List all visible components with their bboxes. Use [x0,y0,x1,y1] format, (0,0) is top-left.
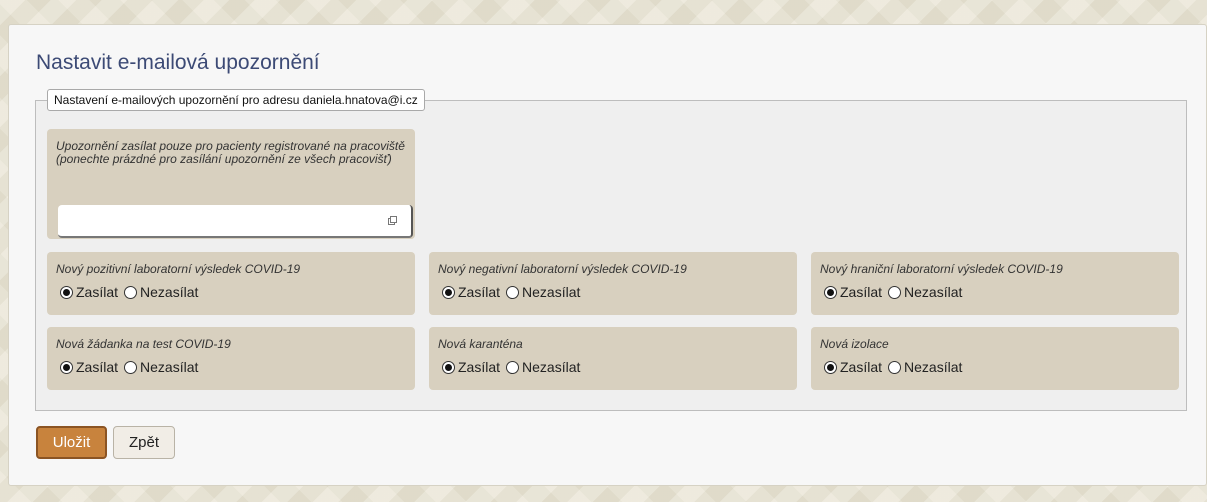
radio-no-send[interactable]: Nezasílat [888,284,962,300]
setting-isolation: Nová izolace Zasílat Nezasílat [811,327,1179,390]
radio-no-send-label: Nezasílat [904,359,963,375]
radio-no-send[interactable]: Nezasílat [124,359,198,375]
radio-send[interactable]: Zasílat [60,284,118,300]
registered-workplace-box: Upozornění zasílat pouze pro pacienty re… [47,129,415,239]
radio-group: Zasílat Nezasílat [60,284,406,300]
radio-send-label: Zasílat [458,284,501,300]
radio-send-label: Zasílat [840,359,883,375]
radio-no-send-label: Nezasílat [522,284,581,300]
setting-borderline-result: Nový hraniční laboratorní výsledek COVID… [811,252,1179,315]
radio-no-send-label: Nezasílat [904,284,963,300]
radio-send[interactable]: Zasílat [442,359,500,375]
radio-group: Zasílat Nezasílat [824,359,1170,375]
radio-no-send-label: Nezasílat [522,359,581,375]
setting-label: Nový hraniční laboratorní výsledek COVID… [820,262,1063,276]
radio-send-label: Zasílat [76,359,119,375]
radio-send[interactable]: Zasílat [442,284,500,300]
radio-unchecked-icon[interactable] [888,360,902,374]
radio-no-send[interactable]: Nezasílat [506,359,580,375]
workplace-input-wrapper [58,205,413,238]
radio-unchecked-icon[interactable] [506,285,520,299]
page-title: Nastavit e-mailová upozornění [36,51,320,74]
setting-test-request: Nová žádanka na test COVID-19 Zasílat Ne… [47,327,415,390]
radio-send[interactable]: Zasílat [824,359,882,375]
setting-positive-result: Nový pozitivní laboratorní výsledek COVI… [47,252,415,315]
radio-no-send[interactable]: Nezasílat [124,284,198,300]
setting-label: Nová izolace [820,337,889,351]
radio-checked-icon[interactable] [442,285,455,299]
radio-unchecked-icon[interactable] [506,360,520,374]
radio-checked-icon[interactable] [824,285,837,299]
radio-group: Zasílat Nezasílat [442,359,788,375]
radio-no-send-label: Nezasílat [140,284,199,300]
radio-group: Zasílat Nezasílat [824,284,1170,300]
save-button[interactable]: Uložit [36,426,107,459]
workplace-input[interactable] [64,206,384,235]
radio-checked-icon[interactable] [442,360,455,374]
radio-checked-icon[interactable] [60,285,73,299]
radio-unchecked-icon[interactable] [888,285,902,299]
fieldset-legend: Nastavení e-mailových upozornění pro adr… [47,89,425,111]
radio-group: Zasílat Nezasílat [442,284,788,300]
radio-send-label: Zasílat [76,284,119,300]
settings-panel: Nastavit e-mailová upozornění Nastavení … [8,24,1207,486]
radio-no-send[interactable]: Nezasílat [506,284,580,300]
radio-send[interactable]: Zasílat [60,359,118,375]
registered-workplace-hint: (ponechte prázdné pro zasílání upozorněn… [56,152,392,166]
radio-checked-icon[interactable] [60,360,73,374]
popup-window-icon[interactable] [388,216,397,225]
back-button[interactable]: Zpět [113,426,175,459]
radio-no-send-label: Nezasílat [140,359,199,375]
setting-label: Nová karanténa [438,337,523,351]
radio-send-label: Zasílat [458,359,501,375]
radio-no-send[interactable]: Nezasílat [888,359,962,375]
radio-unchecked-icon[interactable] [124,360,138,374]
radio-send[interactable]: Zasílat [824,284,882,300]
setting-label: Nový pozitivní laboratorní výsledek COVI… [56,262,301,276]
setting-label: Nový negativní laboratorní výsledek COVI… [438,262,687,276]
radio-unchecked-icon[interactable] [124,285,138,299]
setting-quarantine: Nová karanténa Zasílat Nezasílat [429,327,797,390]
radio-send-label: Zasílat [840,284,883,300]
setting-label: Nová žádanka na test COVID-19 [56,337,231,351]
radio-group: Zasílat Nezasílat [60,359,406,375]
radio-checked-icon[interactable] [824,360,837,374]
setting-negative-result: Nový negativní laboratorní výsledek COVI… [429,252,797,315]
